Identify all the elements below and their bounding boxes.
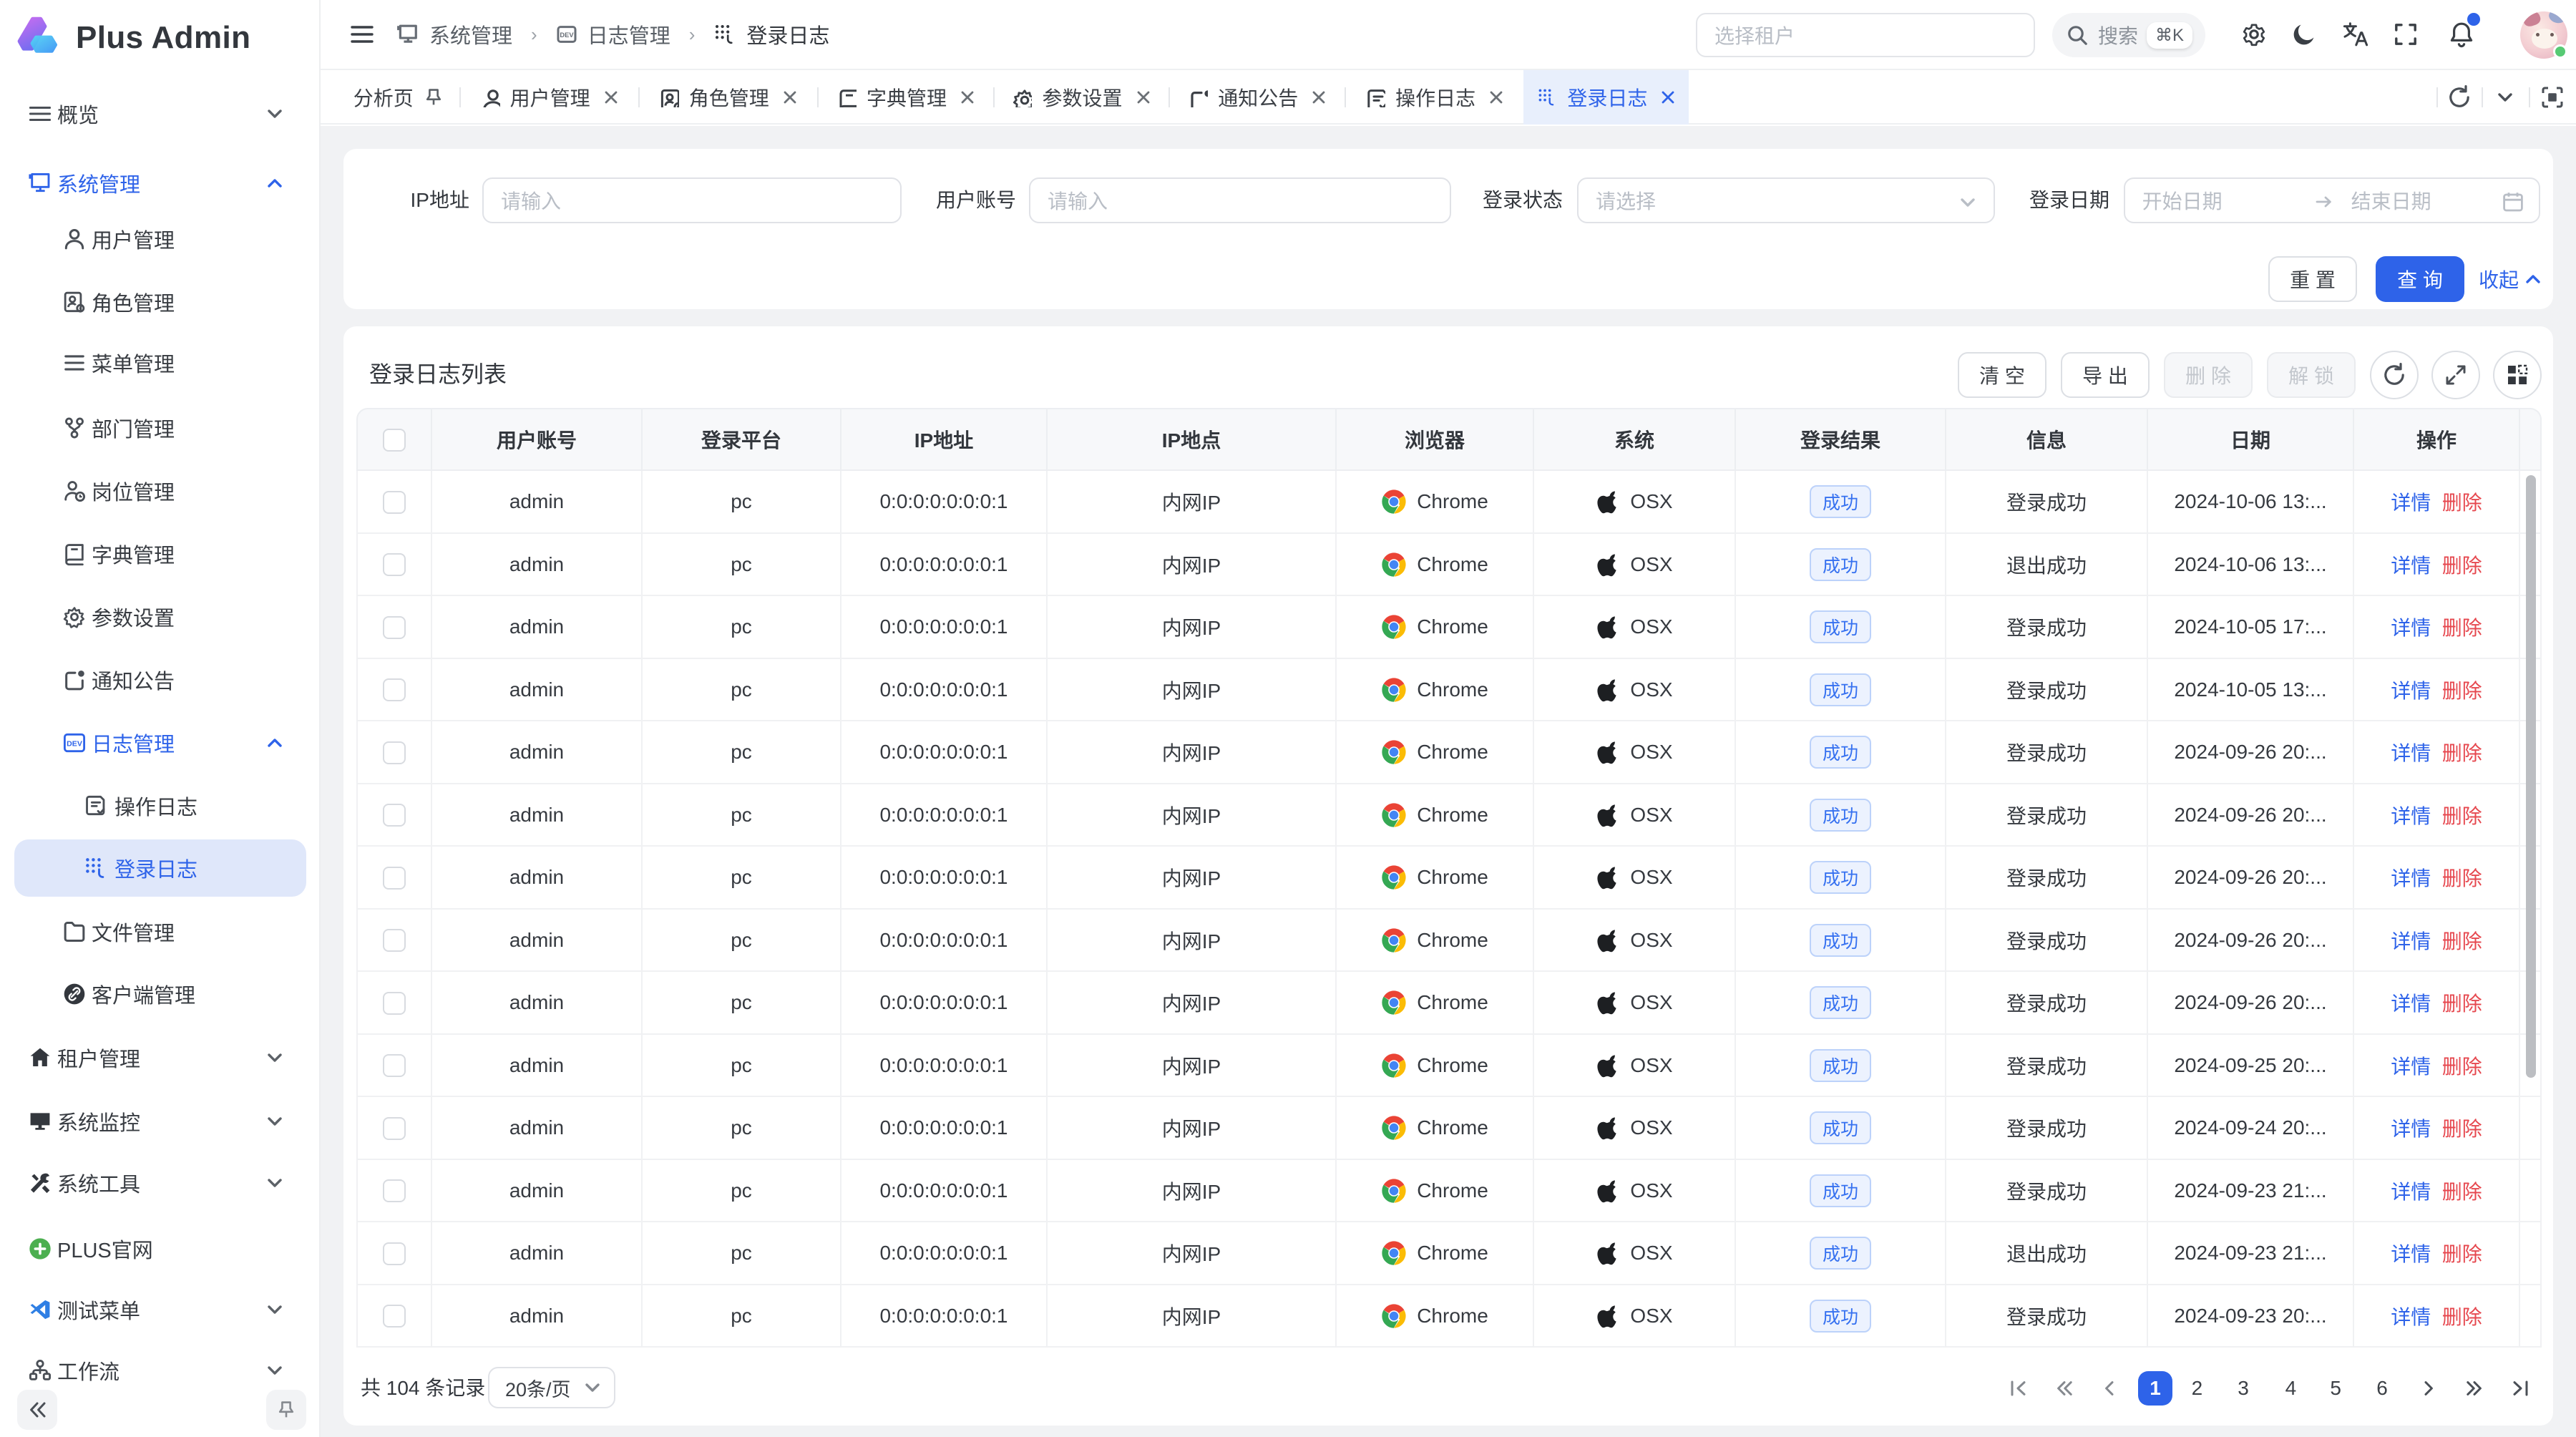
svg-text:DEV: DEV: [560, 31, 574, 39]
svg-text:DEV: DEV: [67, 740, 82, 749]
